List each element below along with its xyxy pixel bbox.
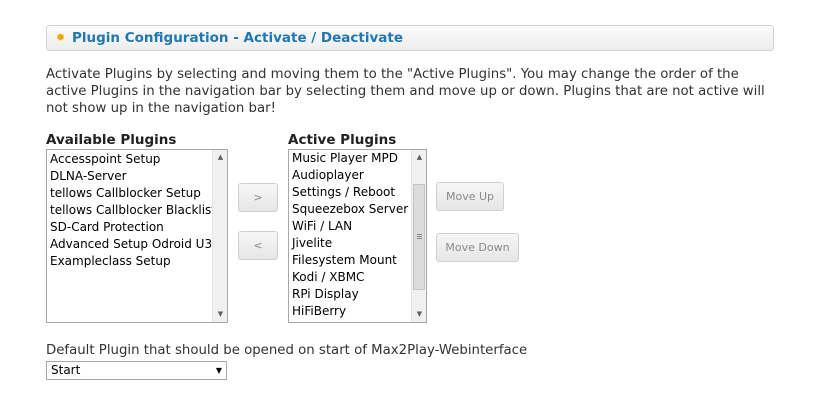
- list-item[interactable]: DLNA-Server: [50, 168, 211, 185]
- list-item[interactable]: Audioplayer: [292, 167, 410, 184]
- list-item[interactable]: Settings / Reboot: [292, 184, 410, 201]
- list-item[interactable]: Jivelite: [292, 235, 410, 252]
- active-plugins-label: Active Plugins: [288, 132, 397, 148]
- list-item[interactable]: HiFiBerry: [292, 303, 410, 320]
- available-plugins-list[interactable]: Accesspoint Setup DLNA-Server tellows Ca…: [46, 149, 228, 323]
- gear-icon: ✹: [56, 31, 66, 44]
- available-scrollbar[interactable]: ▲ ▼: [212, 150, 227, 322]
- default-plugin-select[interactable]: Start ▼: [46, 361, 227, 380]
- selected-value: Start: [51, 363, 81, 377]
- list-item[interactable]: Filesystem Mount: [292, 252, 410, 269]
- list-item[interactable]: tellows Callblocker Setup: [50, 185, 211, 202]
- scrollbar-thumb[interactable]: [413, 184, 425, 290]
- list-item[interactable]: Accesspoint Setup: [50, 151, 211, 168]
- active-scrollbar[interactable]: ▲ ▼: [411, 150, 426, 322]
- grip-icon: [417, 234, 422, 239]
- section-header: ✹ Plugin Configuration - Activate / Deac…: [46, 25, 774, 51]
- section-title: Plugin Configuration - Activate / Deacti…: [72, 30, 404, 46]
- available-plugins-label: Available Plugins: [46, 132, 177, 148]
- list-item[interactable]: Exampleclass Setup: [50, 253, 211, 270]
- dropdown-arrow-icon[interactable]: ▼: [216, 364, 222, 377]
- list-item[interactable]: tellows Callblocker Blacklist: [50, 202, 216, 219]
- active-plugins-list[interactable]: Music Player MPD Audioplayer Settings / …: [288, 149, 427, 323]
- move-down-button[interactable]: Move Down: [436, 233, 519, 262]
- list-item[interactable]: Squeezebox Server: [292, 201, 410, 218]
- list-item[interactable]: Kodi / XBMC: [292, 269, 410, 286]
- description-text: Activate Plugins by selecting and moving…: [46, 67, 765, 116]
- list-item[interactable]: WiFi / LAN: [292, 218, 410, 235]
- list-item[interactable]: Advanced Setup Odroid U3: [50, 236, 212, 253]
- move-left-button[interactable]: <: [238, 231, 278, 260]
- move-right-button[interactable]: >: [238, 183, 278, 212]
- list-item[interactable]: RPi Display: [292, 286, 410, 303]
- list-item[interactable]: Music Player MPD: [292, 150, 410, 167]
- default-plugin-label: Default Plugin that should be opened on …: [46, 343, 528, 358]
- scroll-down-arrow-icon[interactable]: ▼: [213, 307, 227, 322]
- scroll-up-arrow-icon[interactable]: ▲: [412, 150, 426, 165]
- move-up-button[interactable]: Move Up: [436, 182, 504, 211]
- scroll-up-arrow-icon[interactable]: ▲: [213, 150, 227, 165]
- list-item[interactable]: SD-Card Protection: [50, 219, 211, 236]
- scroll-down-arrow-icon[interactable]: ▼: [412, 307, 426, 322]
